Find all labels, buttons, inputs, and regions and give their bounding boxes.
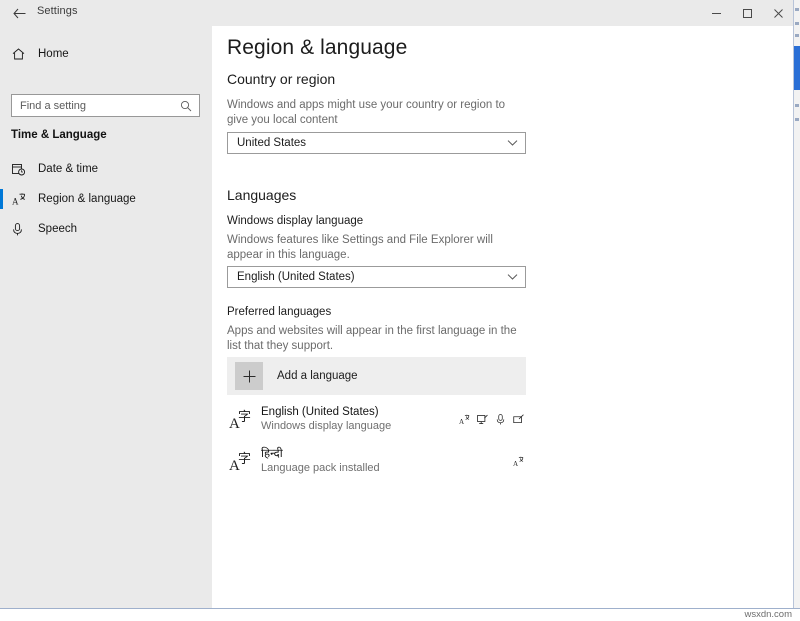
search-icon: [180, 100, 192, 112]
sidebar-nav-list: Date & time A Region & language: [0, 154, 212, 244]
microphone-icon: [12, 223, 30, 236]
list-item-text: हिन्दी Language pack installed: [261, 447, 513, 475]
sidebar-item-region-language[interactable]: A Region & language: [0, 184, 212, 214]
scrollbar-mark: [795, 104, 799, 107]
list-item[interactable]: A 字 हिन्दी Language pack installed A: [227, 442, 526, 480]
page-scrollbar[interactable]: [793, 0, 800, 608]
window-controls: [701, 0, 794, 26]
back-arrow-icon[interactable]: [9, 3, 29, 23]
sidebar-item-date-time-label: Date & time: [38, 163, 98, 175]
speech-icon: [495, 414, 506, 425]
sidebar-section-title: Time & Language: [11, 129, 107, 141]
sidebar: Home Find a setting Time & Language: [0, 26, 212, 608]
sidebar-item-region-language-label: Region & language: [38, 193, 136, 205]
svg-text:字: 字: [238, 452, 251, 467]
scrollbar-mark: [795, 22, 799, 25]
list-item-text: English (United States) Windows display …: [261, 405, 459, 433]
sidebar-item-speech-label: Speech: [38, 223, 77, 235]
sidebar-item-date-time[interactable]: Date & time: [0, 154, 212, 184]
maximize-button[interactable]: [732, 0, 763, 26]
svg-text:A: A: [459, 417, 465, 424]
list-item[interactable]: A 字 English (United States) Windows disp…: [227, 400, 526, 438]
scrollbar-mark: [795, 118, 799, 121]
display-language-description: Windows features like Settings and File …: [227, 233, 523, 263]
preferred-languages-heading: Preferred languages: [227, 306, 331, 318]
app-title: Settings: [37, 5, 78, 17]
page-title: Region & language: [227, 36, 407, 60]
handwriting-icon: [477, 414, 488, 425]
preferred-languages-description: Apps and websites will appear in the fir…: [227, 324, 523, 354]
svg-text:字: 字: [238, 410, 251, 425]
settings-window: Settings: [0, 0, 800, 621]
svg-text:A: A: [513, 459, 519, 466]
language-script-icon: A 字: [227, 407, 257, 431]
close-button[interactable]: [763, 0, 794, 26]
scrollbar-mark: [795, 8, 799, 11]
country-region-description: Windows and apps might use your country …: [227, 98, 523, 128]
page-bottom-band: [0, 608, 800, 621]
plus-icon: [235, 362, 263, 390]
language-capability-icons: A: [513, 456, 524, 467]
chevron-down-icon: [507, 273, 518, 281]
sidebar-item-speech[interactable]: Speech: [0, 214, 212, 244]
add-a-language-label: Add a language: [277, 370, 358, 382]
sidebar-item-home[interactable]: Home: [0, 39, 212, 69]
language-script-icon: A 字: [227, 449, 257, 473]
add-a-language-button[interactable]: Add a language: [227, 357, 526, 395]
svg-text:A: A: [12, 196, 19, 206]
home-icon: [12, 48, 30, 60]
display-language-dropdown[interactable]: English (United States): [227, 266, 526, 288]
title-bar: Settings: [0, 0, 794, 26]
country-region-heading: Country or region: [227, 71, 335, 87]
language-icon: A: [12, 193, 30, 206]
display-language-heading: Windows display language: [227, 215, 363, 227]
language-status: Windows display language: [261, 419, 459, 433]
language-status: Language pack installed: [261, 461, 513, 475]
chevron-down-icon: [507, 139, 518, 147]
languages-heading: Languages: [227, 187, 296, 203]
sidebar-item-home-label: Home: [38, 48, 69, 60]
country-region-value: United States: [237, 137, 306, 149]
keyboard-layout-icon: A: [459, 414, 470, 425]
keyboard-layout-icon: A: [513, 456, 524, 467]
main-content: Region & language Country or region Wind…: [212, 26, 794, 608]
search-input-placeholder: Find a setting: [20, 100, 180, 112]
language-capability-icons: A: [459, 414, 524, 425]
minimize-button[interactable]: [701, 0, 732, 26]
watermark: wsxdn.com: [744, 609, 792, 620]
scrollbar-mark: [795, 34, 799, 37]
ink-icon: [513, 414, 524, 425]
language-name: English (United States): [261, 405, 459, 419]
country-region-dropdown[interactable]: United States: [227, 132, 526, 154]
language-name: हिन्दी: [261, 447, 513, 461]
scrollbar-thumb[interactable]: [794, 46, 800, 90]
calendar-clock-icon: [12, 163, 30, 176]
search-input[interactable]: Find a setting: [11, 94, 200, 117]
display-language-value: English (United States): [237, 271, 355, 283]
